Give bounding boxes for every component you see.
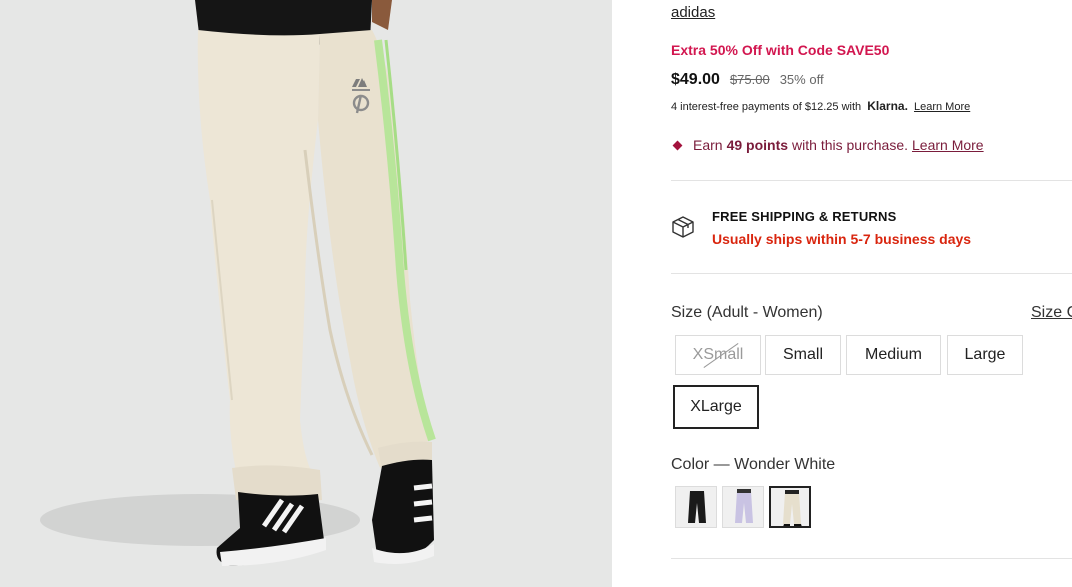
- pants-thumbnail-icon: [771, 488, 809, 526]
- points-learn-more-link[interactable]: Learn More: [912, 137, 984, 153]
- points-amount: 49 points: [726, 137, 789, 153]
- color-label: Color — Wonder White: [671, 456, 836, 473]
- pants-thumbnail-icon: [676, 487, 716, 527]
- divider: [671, 558, 1072, 559]
- size-guide-link[interactable]: Size G: [1031, 304, 1072, 322]
- size-option-xlarge[interactable]: XLarge: [673, 385, 759, 429]
- size-label: Size (Adult - Women): [671, 304, 823, 321]
- product-image[interactable]: [0, 0, 612, 587]
- original-price: $75.00: [729, 72, 770, 87]
- brand-link[interactable]: adidas: [671, 4, 715, 21]
- klarna-text: 4 interest-free payments of $12.25 with: [671, 101, 862, 113]
- points-suffix: with this purchase.: [792, 137, 908, 153]
- size-option-medium[interactable]: Medium: [846, 335, 941, 375]
- divider: [671, 273, 1072, 274]
- color-swatch-wonder-white[interactable]: [769, 486, 811, 528]
- color-swatch-black[interactable]: [675, 486, 717, 528]
- size-option-small[interactable]: Small: [765, 335, 841, 375]
- klarna-row: 4 interest-free payments of $12.25 with …: [671, 99, 970, 113]
- shipping-title: FREE SHIPPING & RETURNS: [712, 209, 897, 224]
- points-prefix: Earn: [693, 137, 723, 153]
- klarna-logo: Klarna.: [867, 99, 908, 113]
- points-row: Earn 49 points with this purchase. Learn…: [671, 137, 984, 153]
- price-row: $49.00 $75.00 35% off: [671, 71, 824, 89]
- discount-percent: 35% off: [779, 72, 824, 87]
- klarna-learn-more-link[interactable]: Learn More: [914, 101, 970, 113]
- divider: [671, 180, 1072, 181]
- shipping-subtitle: Usually ships within 5-7 business days: [712, 231, 972, 247]
- size-option-large[interactable]: Large: [947, 335, 1023, 375]
- current-price: $49.00: [671, 71, 720, 88]
- pants-thumbnail-icon: [723, 487, 763, 527]
- box-icon: [671, 215, 695, 244]
- promo-text: Extra 50% Off with Code SAVE50: [671, 42, 890, 58]
- color-swatch-lavender[interactable]: [722, 486, 764, 528]
- diamond-icon: [672, 140, 683, 150]
- product-photo-pants: [40, 0, 436, 566]
- size-option-xsmall[interactable]: XSmall: [675, 335, 761, 375]
- product-info-panel: adidas Extra 50% Off with Code SAVE50 $4…: [671, 0, 1072, 587]
